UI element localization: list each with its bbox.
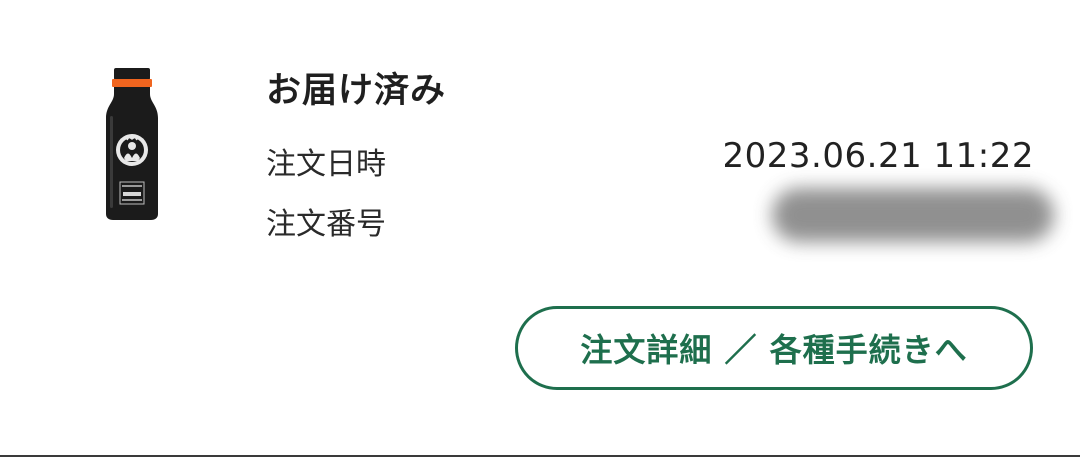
order-number-redacted	[772, 188, 1054, 242]
order-status: お届け済み	[266, 71, 447, 111]
product-image[interactable]	[96, 66, 168, 222]
order-date-label: 注文日時	[266, 147, 386, 182]
order-number-label: 注文番号	[266, 207, 386, 242]
order-history-card: お届け済み 注文日時 2023.06.21 11:22 注文番号 注文詳細 ／ …	[0, 0, 1080, 455]
order-date-value: 2023.06.21 11:22	[722, 136, 1034, 176]
order-detail-button[interactable]: 注文詳細 ／ 各種手続きへ	[515, 306, 1033, 390]
order-detail-button-label: 注文詳細 ／ 各種手続きへ	[580, 331, 968, 369]
siren-logo-icon	[116, 134, 148, 166]
